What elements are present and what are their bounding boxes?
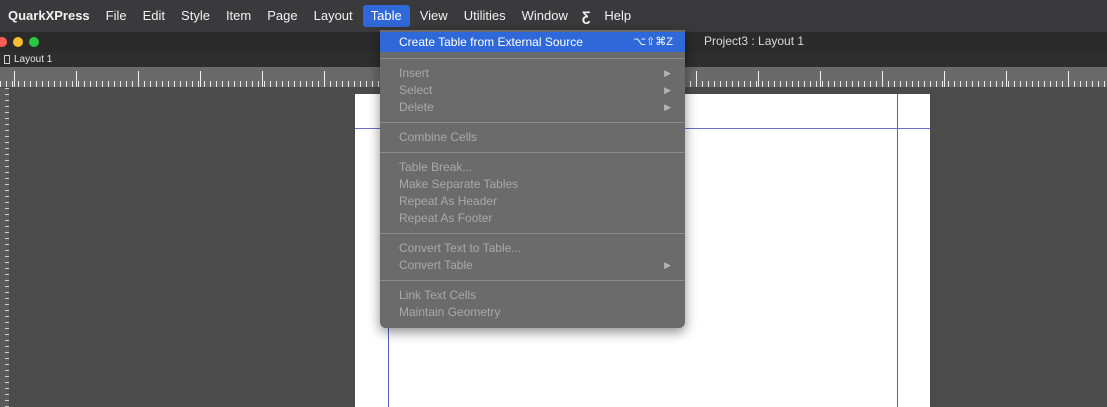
minimize-window-button[interactable] <box>13 37 23 47</box>
ruler-major-tick <box>76 71 77 87</box>
menu-item-select[interactable]: Select ▶ <box>380 82 685 99</box>
menu-item-label: Insert <box>399 66 430 80</box>
menu-separator <box>380 280 685 281</box>
menu-table[interactable]: Table <box>362 5 410 27</box>
menu-view[interactable]: View <box>412 0 456 32</box>
menu-utilities[interactable]: Utilities <box>456 0 514 32</box>
submenu-arrow-icon: ▶ <box>664 260 671 270</box>
menu-item-label: Repeat As Header <box>399 194 498 208</box>
menu-item-label: Maintain Geometry <box>399 305 501 319</box>
menu-item-repeat-as-header[interactable]: Repeat As Header <box>380 193 685 210</box>
menu-item-label: Delete <box>399 100 434 114</box>
layout-tab-label: Layout 1 <box>14 54 53 65</box>
layout-tab[interactable]: Layout 1 <box>0 52 52 67</box>
ruler-major-tick <box>820 71 821 87</box>
menu-item-label: Create Table from External Source <box>399 35 583 49</box>
submenu-arrow-icon: ▶ <box>664 102 671 112</box>
menu-separator <box>380 58 685 59</box>
menu-item-repeat-as-footer[interactable]: Repeat As Footer <box>380 210 685 227</box>
ruler-major-tick <box>758 71 759 87</box>
ruler-major-tick <box>882 71 883 87</box>
menu-item-label: Combine Cells <box>399 130 478 144</box>
ruler-major-tick <box>324 71 325 87</box>
zoom-window-button[interactable] <box>29 37 39 47</box>
app-menu[interactable]: QuarkXPress <box>0 0 98 32</box>
menu-item-label: Table Break... <box>399 160 473 174</box>
menu-style[interactable]: Style <box>173 0 218 32</box>
menu-item-insert[interactable]: Insert ▶ <box>380 65 685 82</box>
menu-item-maintain-geometry[interactable]: Maintain Geometry <box>380 304 685 321</box>
menu-item-table-break[interactable]: Table Break... <box>380 159 685 176</box>
table-menu-dropdown: Create Table from External Source ⌥⇧⌘Z I… <box>380 30 685 328</box>
shortcut-label: ⌥⇧⌘Z <box>633 36 673 48</box>
ruler-major-tick <box>1006 71 1007 87</box>
script-menu-icon[interactable]: Ƹ <box>576 0 597 32</box>
menu-item-convert-text-to-table[interactable]: Convert Text to Table... <box>380 240 685 257</box>
screen: QuarkXPress File Edit Style Item Page La… <box>0 0 1107 407</box>
menu-window[interactable]: Window <box>514 0 576 32</box>
submenu-arrow-icon: ▶ <box>664 85 671 95</box>
menu-item-delete[interactable]: Delete ▶ <box>380 99 685 116</box>
menu-item-label: Link Text Cells <box>399 288 477 302</box>
ruler-major-tick <box>1068 71 1069 87</box>
page-icon <box>4 55 10 64</box>
close-window-button[interactable] <box>0 37 7 47</box>
margin-guide-right <box>897 94 898 407</box>
menu-separator <box>380 152 685 153</box>
window-title: Project3 : Layout 1 <box>704 34 805 48</box>
menu-item-combine-cells[interactable]: Combine Cells <box>380 129 685 146</box>
menu-item-link-text-cells[interactable]: Link Text Cells <box>380 287 685 304</box>
menu-file[interactable]: File <box>98 0 135 32</box>
menu-item-create-table-external[interactable]: Create Table from External Source ⌥⇧⌘Z <box>380 32 685 52</box>
menu-separator <box>380 233 685 234</box>
menu-item-convert-table[interactable]: Convert Table ▶ <box>380 257 685 274</box>
ruler-major-tick <box>200 71 201 87</box>
ruler-major-tick <box>262 71 263 87</box>
menu-item-label: Repeat As Footer <box>399 211 493 225</box>
menu-item-label: Select <box>399 83 433 97</box>
menu-item-label: Convert Text to Table... <box>399 241 522 255</box>
ruler-major-tick <box>696 71 697 87</box>
submenu-arrow-icon: ▶ <box>664 68 671 78</box>
menu-layout[interactable]: Layout <box>306 0 361 32</box>
menu-item-label: Convert Table <box>399 258 473 272</box>
ruler-major-tick <box>14 71 15 87</box>
ruler-major-tick <box>944 71 945 87</box>
menu-separator <box>380 122 685 123</box>
menu-bar: QuarkXPress File Edit Style Item Page La… <box>0 0 1107 32</box>
menu-item[interactable]: Item <box>218 0 259 32</box>
ruler-major-tick <box>138 71 139 87</box>
vertical-ruler[interactable] <box>0 88 9 407</box>
menu-item-make-separate-tables[interactable]: Make Separate Tables <box>380 176 685 193</box>
menu-item-label: Make Separate Tables <box>399 177 519 191</box>
menu-page[interactable]: Page <box>259 0 305 32</box>
menu-help[interactable]: Help <box>596 0 639 32</box>
menu-edit[interactable]: Edit <box>135 0 173 32</box>
